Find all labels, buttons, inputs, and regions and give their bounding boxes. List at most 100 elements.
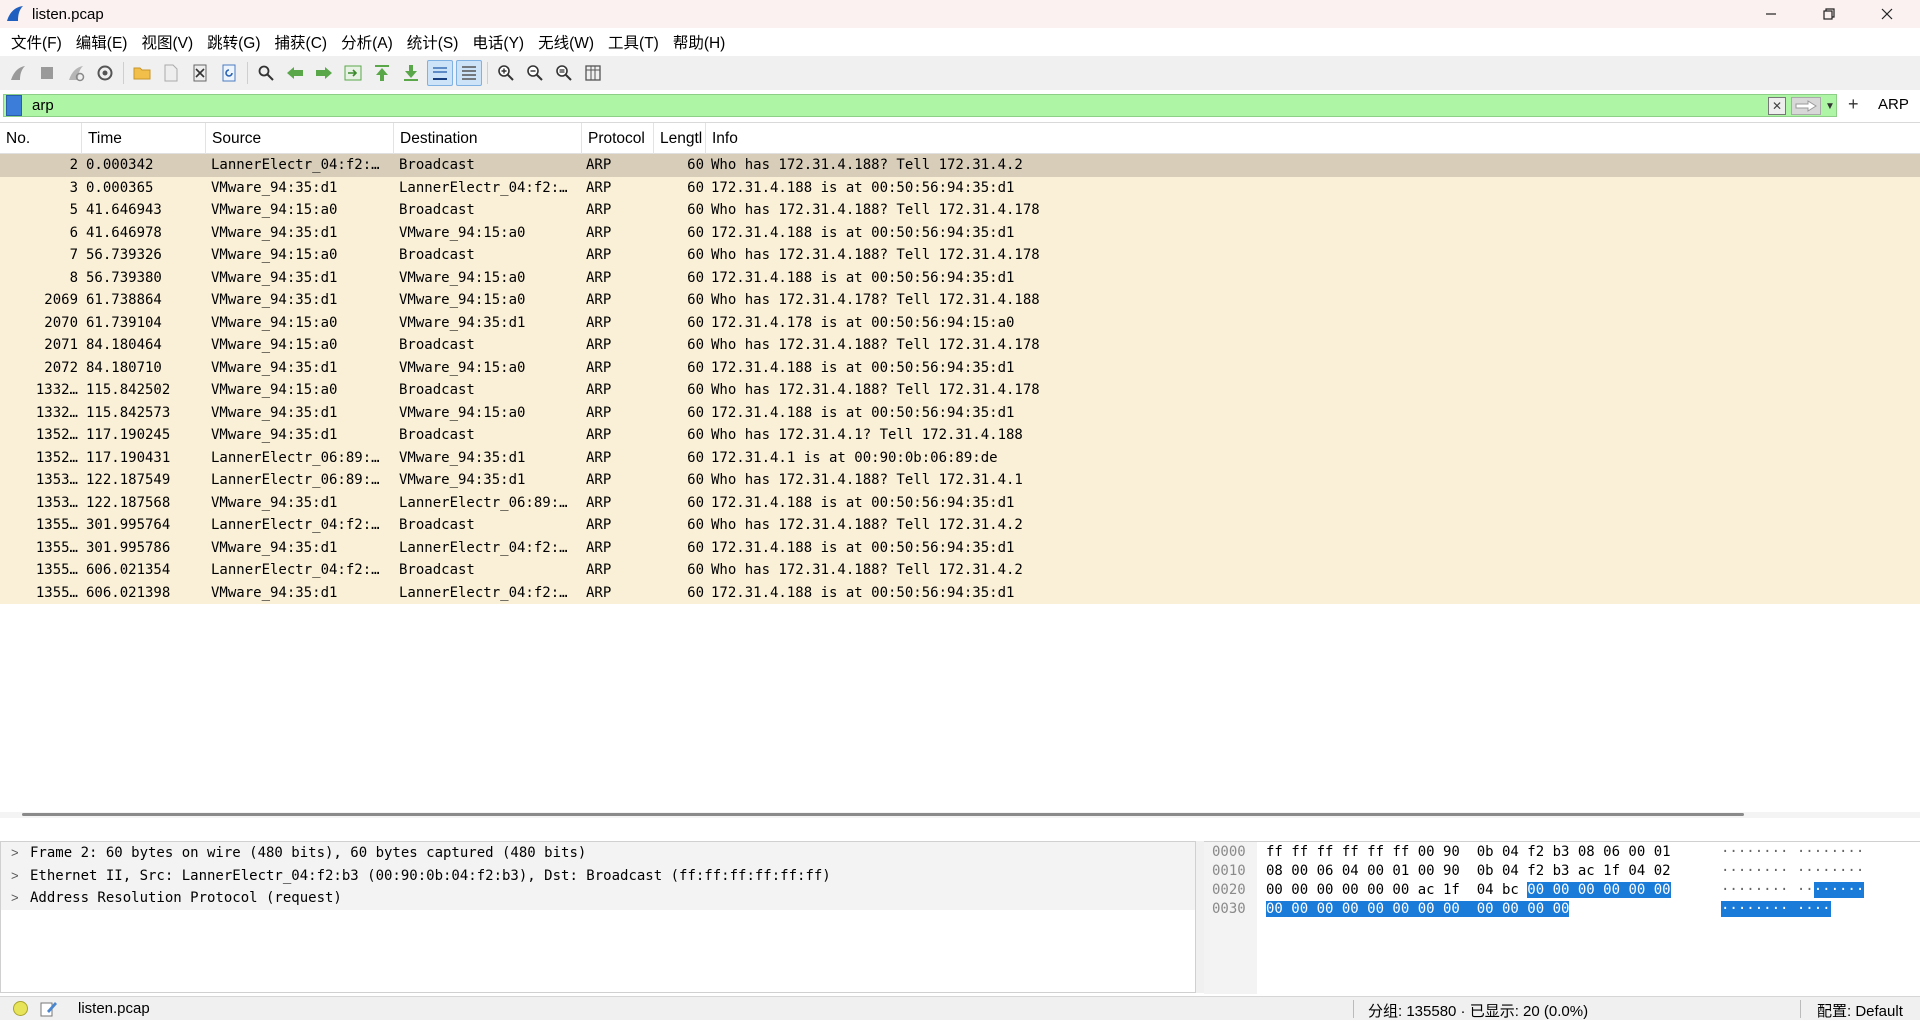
detail-row-arp[interactable]: > Address Resolution Protocol (request) xyxy=(1,887,1195,910)
horizontal-scrollbar[interactable] xyxy=(0,812,1920,818)
column-header-time[interactable]: Time xyxy=(82,123,206,154)
packet-row[interactable]: 1332… 115.842502 VMware_94:15:a0 Broadcast A… xyxy=(0,379,1920,402)
bytes-hex-line[interactable]: 00 00 00 00 00 00 00 00 00 00 00 00 xyxy=(1266,901,1570,917)
open-file-icon[interactable] xyxy=(129,60,155,86)
packet-row[interactable]: 1355… 606.021354 LannerElectr_04:f2:… Broad… xyxy=(0,559,1920,582)
detail-row-frame[interactable]: > Frame 2: 60 bytes on wire (480 bits), … xyxy=(1,842,1195,865)
bytes-ascii-line[interactable]: ········ ········ xyxy=(1721,863,1864,879)
zoom-in-icon[interactable] xyxy=(493,60,519,86)
packet-row[interactable]: 1355… 301.995764 LannerElectr_04:f2:… Broad… xyxy=(0,514,1920,537)
packet-cell-len: 60 xyxy=(687,269,704,286)
packet-cell-len: 60 xyxy=(687,449,704,466)
expand-arrow-icon[interactable]: > xyxy=(11,842,19,865)
bytes-hex-line[interactable]: ff ff ff ff ff ff 00 90 0b 04 f2 b3 08 0… xyxy=(1266,844,1671,860)
go-first-icon[interactable] xyxy=(369,60,395,86)
go-back-icon[interactable] xyxy=(282,60,308,86)
packet-row[interactable]: 1353… 122.187568 VMware_94:35:d1 LannerElec… xyxy=(0,491,1920,514)
start-capture-icon[interactable] xyxy=(5,60,31,86)
pane-splitter[interactable] xyxy=(1196,841,1204,993)
detail-row-ethernet[interactable]: > Ethernet II, Src: LannerElectr_04:f2:b… xyxy=(1,864,1195,888)
go-to-packet-icon[interactable] xyxy=(340,60,366,86)
packet-row[interactable]: 6 41.646978 VMware_94:35:d1 VMware_94:15:a0… xyxy=(0,221,1920,244)
restart-capture-icon[interactable] xyxy=(63,60,89,86)
bytes-ascii-line[interactable]: ········ ···· xyxy=(1721,901,1831,917)
menu-telephony[interactable]: 电话(Y) xyxy=(465,31,531,53)
menu-go[interactable]: 跳转(G) xyxy=(200,31,267,53)
packet-row[interactable]: 1355… 301.995786 VMware_94:35:d1 LannerElec… xyxy=(0,536,1920,559)
bytes-hex-line[interactable]: 00 00 00 00 00 00 ac 1f 04 bc 00 00 00 0… xyxy=(1266,882,1671,898)
close-file-icon[interactable] xyxy=(187,60,213,86)
find-packet-icon[interactable] xyxy=(253,60,279,86)
column-header-source[interactable]: Source xyxy=(206,123,394,154)
go-forward-icon[interactable] xyxy=(311,60,337,86)
menu-view[interactable]: 视图(V) xyxy=(134,31,200,53)
packet-cell-no: 1355… xyxy=(35,539,78,556)
column-header-no[interactable]: No. xyxy=(0,123,82,154)
packet-row[interactable]: 1353… 122.187549 LannerElectr_06:89:… VMwar… xyxy=(0,469,1920,492)
save-file-icon[interactable] xyxy=(158,60,184,86)
menu-help[interactable]: 帮助(H) xyxy=(666,31,733,53)
capture-comment-icon[interactable] xyxy=(40,1000,58,1017)
bytes-hex-line[interactable]: 08 00 06 04 00 01 00 90 0b 04 f2 b3 ac 1… xyxy=(1266,863,1671,879)
status-separator xyxy=(1353,1000,1354,1018)
status-profile[interactable]: 配置: Default xyxy=(1817,1000,1903,1021)
packet-row[interactable]: 8 56.739380 VMware_94:35:d1 VMware_94:15:a0… xyxy=(0,266,1920,289)
minimize-icon[interactable] xyxy=(1742,0,1800,28)
stop-capture-icon[interactable] xyxy=(34,60,60,86)
packet-row[interactable]: 1332… 115.842573 VMware_94:35:d1 VMware_94:… xyxy=(0,401,1920,424)
packet-row[interactable]: 2 0.000342 LannerElectr_04:f2:… Broadcast AR… xyxy=(0,154,1920,177)
expand-arrow-icon[interactable]: > xyxy=(11,865,19,888)
packet-cell-time: 41.646978 xyxy=(86,224,162,241)
colorize-icon[interactable] xyxy=(456,60,482,86)
packet-row[interactable]: 2072 84.180710 VMware_94:35:d1 VMware_94:15… xyxy=(0,356,1920,379)
column-header-protocol[interactable]: Protocol xyxy=(582,123,654,154)
packet-row[interactable]: 1355… 606.021398 VMware_94:35:d1 LannerElec… xyxy=(0,581,1920,604)
hex-highlight: 00 00 00 00 00 00 00 00 00 00 00 00 xyxy=(1266,901,1570,917)
horizontal-scrollbar-thumb[interactable] xyxy=(22,813,1744,816)
column-header-length[interactable]: Lengtl xyxy=(654,123,706,154)
zoom-normal-icon[interactable] xyxy=(551,60,577,86)
packet-row[interactable]: 1352… 117.190431 LannerElectr_06:89:… VMwar… xyxy=(0,446,1920,469)
packet-row[interactable]: 3 0.000365 VMware_94:35:d1 LannerElectr_04:… xyxy=(0,176,1920,199)
menu-tools[interactable]: 工具(T) xyxy=(601,31,666,53)
auto-scroll-icon[interactable] xyxy=(427,60,453,86)
packet-row[interactable]: 1352… 117.190245 VMware_94:35:d1 Broadcast A… xyxy=(0,424,1920,447)
expert-info-status-icon[interactable] xyxy=(13,1001,28,1016)
column-header-destination[interactable]: Destination xyxy=(394,123,582,154)
filter-history-dropdown-icon[interactable]: ▼ xyxy=(1824,97,1836,115)
packet-row[interactable]: 5 41.646943 VMware_94:15:a0 Broadcast ARP 60 W… xyxy=(0,199,1920,222)
packet-row[interactable]: 2071 84.180464 VMware_94:15:a0 Broadcast ARP… xyxy=(0,334,1920,357)
restore-icon[interactable] xyxy=(1800,0,1858,28)
close-icon[interactable] xyxy=(1858,0,1916,28)
bookmark-icon[interactable] xyxy=(6,95,22,116)
bytes-ascii-line[interactable]: ········ ········ xyxy=(1721,882,1865,898)
display-filter-input[interactable] xyxy=(30,96,1730,115)
add-filter-button[interactable]: + xyxy=(1848,94,1859,115)
bytes-ascii-line[interactable]: ········ ········ xyxy=(1721,844,1864,860)
menu-file[interactable]: 文件(F) xyxy=(4,31,69,53)
menu-capture[interactable]: 捕获(C) xyxy=(268,31,335,53)
expand-arrow-icon[interactable]: > xyxy=(11,887,19,910)
packet-cell-dst: Broadcast xyxy=(399,382,475,398)
capture-options-icon[interactable] xyxy=(92,60,118,86)
status-filename: listen.pcap xyxy=(78,1000,150,1017)
packet-cell-proto: ARP xyxy=(586,359,612,376)
filter-button-label[interactable]: ARP xyxy=(1878,96,1909,113)
resize-columns-icon[interactable] xyxy=(580,60,606,86)
go-last-icon[interactable] xyxy=(398,60,424,86)
clear-filter-icon[interactable]: ✕ xyxy=(1768,97,1786,115)
menu-edit[interactable]: 编辑(E) xyxy=(69,31,135,53)
menu-analyze[interactable]: 分析(A) xyxy=(334,31,400,53)
packet-row[interactable]: 2069 61.738864 VMware_94:35:d1 VMware_94:15… xyxy=(0,289,1920,312)
menu-wireless[interactable]: 无线(W) xyxy=(531,31,601,53)
apply-filter-icon[interactable] xyxy=(1791,97,1821,115)
packet-list-rows: 2 0.000342 LannerElectr_04:f2:… Broadcast AR… xyxy=(0,154,1920,604)
menu-statistics[interactable]: 统计(S) xyxy=(400,31,466,53)
reload-file-icon[interactable] xyxy=(216,60,242,86)
column-header-info[interactable]: Info xyxy=(706,123,1920,154)
packet-cell-no: 1355… xyxy=(35,517,78,533)
packet-row[interactable]: 7 56.739326 VMware_94:15:a0 Broadcast ARP 60 W… xyxy=(0,244,1920,267)
zoom-out-icon[interactable] xyxy=(522,60,548,86)
ascii-plain: ········ ········ xyxy=(1721,863,1865,879)
packet-row[interactable]: 2070 61.739104 VMware_94:15:a0 VMware_94:35… xyxy=(0,311,1920,334)
